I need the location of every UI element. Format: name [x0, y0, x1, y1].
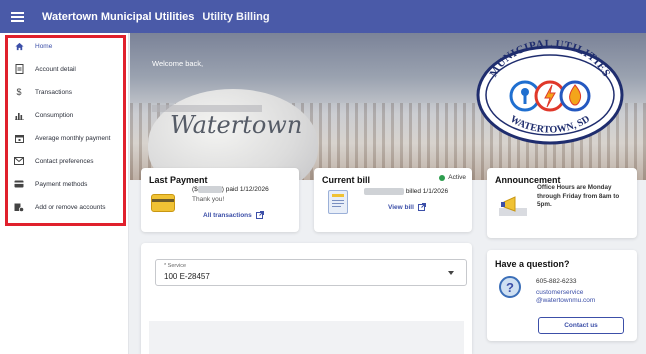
sidebar-item-label: Add or remove accounts — [35, 203, 106, 211]
sidebar-item-average-monthly-payment[interactable]: Average monthly payment — [8, 127, 124, 149]
sidebar-item-label: Consumption — [35, 111, 74, 119]
announcement-text: Office Hours are Monday through Friday f… — [537, 184, 620, 208]
service-value: 100 E-28457 — [164, 272, 210, 281]
home-icon — [11, 42, 27, 51]
municipal-utilities-logo: MUNICIPAL UTILITIES WATERTOWN, SD — [476, 39, 624, 145]
sidebar-item-contact-preferences[interactable]: Contact preferences — [8, 150, 124, 172]
watertown-script: Watertown — [170, 111, 303, 139]
menu-icon[interactable] — [0, 0, 34, 33]
dollar-icon: $ — [16, 87, 22, 97]
contact-us-button[interactable]: Contact us — [538, 317, 624, 334]
sidebar-item-add-remove-accounts[interactable]: Add or remove accounts — [8, 196, 124, 218]
sidebar: Home Account detail $ Transactions Consu… — [0, 33, 129, 354]
credit-card-icon — [11, 180, 27, 188]
chevron-down-icon — [448, 271, 454, 275]
app-subtitle: Utility Billing — [202, 10, 270, 23]
hero-banner: Welcome back, Watertown MUNICIPAL UTILIT… — [130, 33, 646, 180]
sidebar-item-label: Account detail — [35, 65, 76, 73]
billed-line: billed 1/1/2026 — [364, 188, 448, 195]
sidebar-item-consumption[interactable]: Consumption — [8, 104, 124, 126]
document-icon — [11, 64, 27, 74]
sidebar-item-payment-methods[interactable]: Payment methods — [8, 173, 124, 195]
all-transactions-link[interactable]: All transactions — [203, 211, 264, 219]
top-bar: Watertown Municipal Utilities Utility Bi… — [0, 0, 646, 33]
sidebar-item-home[interactable]: Home — [8, 35, 124, 57]
credit-card-icon — [151, 194, 175, 212]
last-payment-title: Last Payment — [149, 175, 208, 185]
bar-chart-icon — [11, 111, 27, 120]
last-payment-card: Last Payment ($) paid 1/12/2026 Thank yo… — [141, 168, 299, 232]
question-card: Have a question? ? 605-882-6233 customer… — [487, 250, 637, 341]
external-link-icon — [255, 211, 264, 219]
external-link-icon — [417, 203, 426, 211]
redacted-amount — [197, 186, 222, 193]
app-title: Watertown Municipal Utilities — [42, 10, 195, 23]
content-placeholder — [149, 321, 464, 354]
sidebar-item-label: Transactions — [35, 88, 72, 96]
sidebar-item-account-detail[interactable]: Account detail — [8, 58, 124, 80]
welcome-text: Welcome back, — [152, 59, 204, 68]
question-title: Have a question? — [495, 259, 570, 269]
redacted-amount — [364, 188, 404, 195]
announcement-card: Announcement Office Hours are Monday thr… — [487, 168, 637, 238]
sidebar-item-label: Payment methods — [35, 180, 88, 188]
sidebar-item-label: Home — [35, 42, 53, 50]
check-icon — [439, 174, 446, 181]
thank-you-text: Thank you! — [192, 196, 225, 203]
service-select[interactable]: * Service 100 E-28457 — [155, 259, 467, 286]
phone-number: 605-882-6233 — [536, 278, 577, 285]
sidebar-item-transactions[interactable]: $ Transactions — [8, 81, 124, 103]
bill-document-icon — [328, 190, 348, 214]
email-link-line2[interactable]: @watertownmu.com — [536, 297, 595, 304]
envelope-icon — [11, 157, 27, 165]
view-bill-link[interactable]: View bill — [388, 203, 426, 211]
status-badge: Active — [439, 174, 466, 181]
help-question-icon: ? — [499, 276, 521, 298]
current-bill-card: Current bill Active billed 1/1/2026 View… — [314, 168, 472, 232]
sidebar-item-label: Contact preferences — [35, 157, 94, 165]
megaphone-icon — [499, 196, 527, 216]
service-label: * Service — [164, 263, 187, 269]
calendar-icon — [11, 134, 27, 143]
email-link-line1[interactable]: customerservice — [536, 289, 583, 296]
current-bill-title: Current bill — [322, 175, 371, 185]
sidebar-item-label: Average monthly payment — [35, 134, 111, 142]
accounts-icon — [11, 203, 27, 212]
payment-amount-line: ($) paid 1/12/2026 — [192, 186, 269, 194]
